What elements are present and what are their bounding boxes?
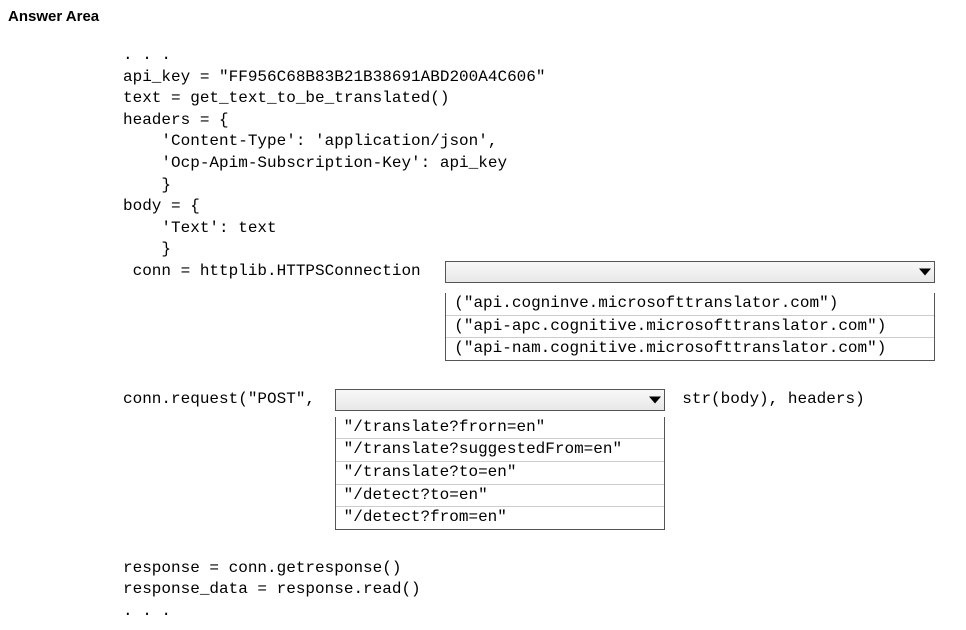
dropdown-host-option[interactable]: ("api.cogninve.microsofttranslator.com") bbox=[446, 293, 934, 316]
code-line: response_data = response.read() bbox=[123, 579, 958, 601]
row-conn-assign: conn = httplib.HTTPSConnection ("api.cog… bbox=[123, 261, 958, 361]
code-line: } bbox=[123, 239, 958, 261]
dropdown-path-option[interactable]: "/translate?suggestedFrom=en" bbox=[336, 439, 664, 462]
code-line: body = { bbox=[123, 196, 958, 218]
code-line: 'Content-Type': 'application/json', bbox=[123, 131, 958, 153]
code-line: text = get_text_to_be_translated() bbox=[123, 88, 958, 110]
dropdown-path-option[interactable]: "/detect?to=en" bbox=[336, 485, 664, 508]
code-segment-conn: conn = httplib.HTTPSConnection bbox=[123, 261, 430, 283]
code-line: } bbox=[123, 175, 958, 197]
code-segment-request-pre: conn.request("POST", bbox=[123, 389, 325, 411]
code-block-2: response = conn.getresponse()response_da… bbox=[123, 558, 958, 623]
code-line: . . . bbox=[123, 601, 958, 623]
code-line: 'Text': text bbox=[123, 218, 958, 240]
code-line: response = conn.getresponse() bbox=[123, 558, 958, 580]
dropdown-host: ("api.cogninve.microsofttranslator.com")… bbox=[445, 261, 935, 361]
code-line: 'Ocp-Apim-Subscription-Key': api_key bbox=[123, 153, 958, 175]
dropdown-path-options: "/translate?frorn=en" "/translate?sugges… bbox=[335, 417, 665, 530]
dropdown-host-option[interactable]: ("api-nam.cognitive.microsofttranslator.… bbox=[446, 338, 934, 360]
dropdown-path-option[interactable]: "/translate?frorn=en" bbox=[336, 417, 664, 440]
dropdown-path: "/translate?frorn=en" "/translate?sugges… bbox=[335, 389, 665, 530]
page-title: Answer Area bbox=[8, 8, 958, 25]
code-line: headers = { bbox=[123, 110, 958, 132]
code-block-1: . . .api_key = "FF956C68B83B21B38691ABD2… bbox=[123, 45, 958, 261]
dropdown-path-header[interactable] bbox=[335, 389, 665, 411]
dropdown-host-header[interactable] bbox=[445, 261, 935, 283]
dropdown-path-option[interactable]: "/detect?from=en" bbox=[336, 507, 664, 529]
chevron-down-icon bbox=[919, 268, 931, 275]
dropdown-host-option[interactable]: ("api-apc.cognitive.microsofttranslator.… bbox=[446, 316, 934, 339]
chevron-down-icon bbox=[649, 396, 661, 403]
code-line: . . . bbox=[123, 45, 958, 67]
row-conn-request: conn.request("POST", "/translate?frorn=e… bbox=[123, 389, 958, 530]
code-line: api_key = "FF956C68B83B21B38691ABD200A4C… bbox=[123, 67, 958, 89]
dropdown-host-options: ("api.cogninve.microsofttranslator.com")… bbox=[445, 293, 935, 361]
dropdown-path-option[interactable]: "/translate?to=en" bbox=[336, 462, 664, 485]
code-segment-request-post: str(body), headers) bbox=[673, 389, 865, 411]
